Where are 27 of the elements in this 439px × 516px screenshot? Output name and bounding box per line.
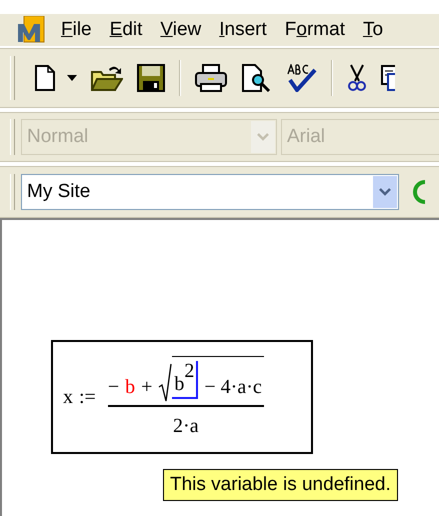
printer-icon[interactable]: [195, 64, 227, 92]
copy-icon[interactable]: [381, 64, 395, 92]
variable-name: x: [63, 386, 73, 408]
assign-operator: :=: [79, 386, 96, 408]
math-token: +: [141, 376, 152, 400]
tooltip: This variable is undefined.: [163, 469, 398, 501]
menu-item[interactable]: Insert: [210, 19, 276, 41]
print-preview-icon[interactable]: [241, 64, 273, 92]
folder-icon[interactable]: [91, 64, 123, 92]
menu-item[interactable]: Edit: [100, 19, 152, 41]
undefined-variable: b: [125, 376, 136, 400]
spell-check-icon[interactable]: [287, 64, 317, 92]
math-token: −: [108, 376, 120, 400]
app-logo-icon: [16, 16, 46, 44]
caret-icon[interactable]: [67, 75, 77, 81]
address-dropdown[interactable]: My Site: [21, 174, 399, 210]
menu-item[interactable]: File: [52, 19, 101, 41]
new-document-icon[interactable]: [33, 65, 57, 91]
equation-region[interactable]: x := − b + b2 − 4·a·c 2·a: [51, 340, 313, 454]
menu-item[interactable]: View: [151, 19, 210, 41]
radical-sign-icon: [158, 363, 172, 403]
scissors-icon[interactable]: [347, 64, 367, 92]
math-expression: − 4·a·c: [204, 376, 262, 399]
menu-item[interactable]: To: [354, 19, 392, 41]
menu-item[interactable]: Format: [276, 19, 354, 41]
power-term: b2: [172, 361, 198, 399]
denominator: 2·a: [173, 415, 199, 438]
